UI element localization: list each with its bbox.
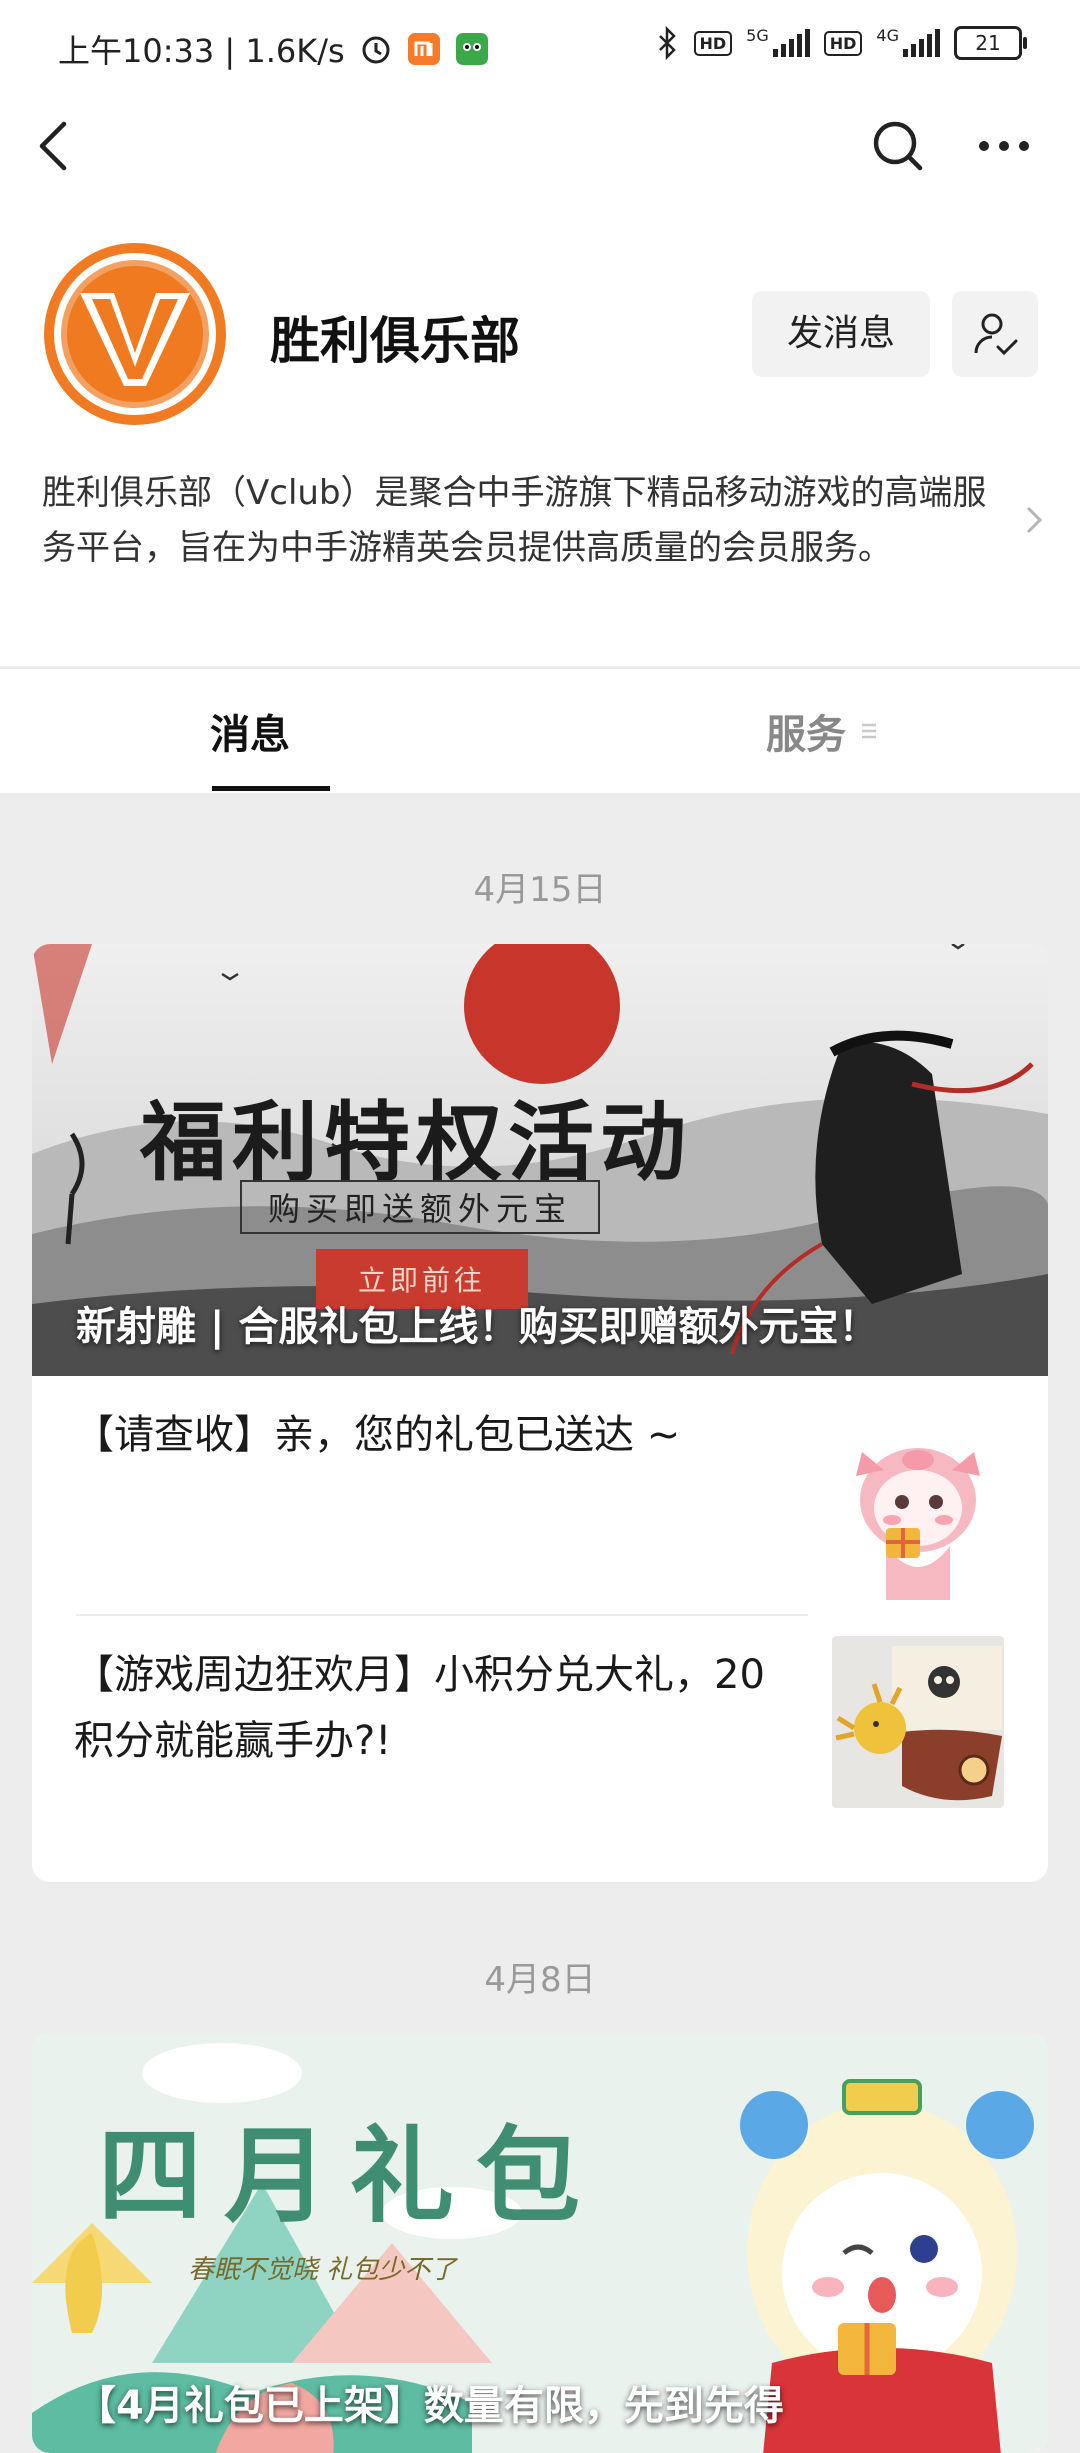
more-button[interactable] xyxy=(954,96,1054,196)
tab-services-label: 服务 xyxy=(766,712,846,758)
tab-messages-label: 消息 xyxy=(210,712,290,758)
search-icon xyxy=(873,121,923,171)
hd-badge-2: HD xyxy=(823,30,863,56)
account-description[interactable]: 胜利俱乐部（Vclub）是聚合中手游旗下精品移动游戏的高端服务平台，旨在为中手游… xyxy=(42,466,1002,576)
article-banner[interactable]: 福利特权活动 购买即送额外元宝 立即前往 新射雕 | 合服礼包上线！购买即赠额外… xyxy=(32,944,1048,1376)
date-separator: 4月8日 xyxy=(484,1960,596,2000)
banner-art-title: 四月礼包 xyxy=(98,2114,603,2237)
banner-caption: 【4月礼包已上架】数量有限，先到先得 xyxy=(76,2383,784,2429)
banner-art-subtitle: 购买即送额外元宝 xyxy=(240,1180,601,1234)
user-check-icon xyxy=(974,313,1018,356)
top-nav xyxy=(0,96,1080,196)
article-card: 福利特权活动 购买即送额外元宝 立即前往 新射雕 | 合服礼包上线！购买即赠额外… xyxy=(32,944,1048,1882)
tab-active-indicator xyxy=(212,786,330,791)
game-app-icon xyxy=(455,32,489,66)
network-type-2: 4G xyxy=(876,26,899,45)
list-item-title: 【请查收】亲，您的礼包已送达 ~ xyxy=(74,1412,681,1458)
date-separator: 4月15日 xyxy=(473,870,607,910)
back-arrow-icon xyxy=(39,121,67,171)
signal-bars-icon-2 xyxy=(903,29,940,57)
pirate-ship-figure-thumbnail xyxy=(832,1636,1004,1808)
list-item[interactable]: 【游戏周边狂欢月】小积分兑大礼，20 积分就能赢手办?! xyxy=(32,1616,1048,1882)
tab-services[interactable]: 服务 xyxy=(766,669,882,793)
account-name: 胜利俱乐部 xyxy=(270,312,520,370)
back-button[interactable] xyxy=(4,96,104,196)
article-banner[interactable]: 四月礼包 春眠不觉晓 礼包少不了 【4月礼包已上架】数量有限，先到先得 xyxy=(32,2033,1048,2453)
hd-badge: HD xyxy=(693,30,733,56)
piggy-gift-thumbnail xyxy=(832,1428,1004,1600)
send-message-button[interactable]: 发消息 xyxy=(752,291,930,377)
banner-art-title: 福利特权活动 xyxy=(140,1092,692,1193)
article-card: 四月礼包 春眠不觉晓 礼包少不了 【4月礼包已上架】数量有限，先到先得 xyxy=(32,2033,1048,2453)
banner-art-subtitle: 春眠不觉晓 礼包少不了 xyxy=(188,2255,457,2285)
search-button[interactable] xyxy=(848,96,948,196)
list-item-title: 【游戏周边狂欢月】小积分兑大礼，20 积分就能赢手办?! xyxy=(74,1652,765,1764)
more-dots-icon xyxy=(979,141,1029,151)
mi-app-icon xyxy=(407,32,441,66)
banner-caption: 新射雕 | 合服礼包上线！购买即赠额外元宝！ xyxy=(76,1304,879,1350)
battery-indicator: 21 xyxy=(954,26,1027,60)
tab-bar: 消息 服务 xyxy=(0,668,1080,793)
signal-bars-icon xyxy=(772,29,810,57)
account-avatar[interactable] xyxy=(42,241,228,427)
account-profile: 胜利俱乐部 发消息 胜利俱乐部（Vclub）是聚合中手游旗下精品移动游戏的高端服… xyxy=(0,196,1080,666)
list-item[interactable]: 【请查收】亲，您的礼包已送达 ~ xyxy=(32,1376,1048,1616)
alarm-icon xyxy=(359,32,393,66)
menu-lines-icon xyxy=(862,723,876,739)
network-type: 5G xyxy=(746,26,769,45)
tab-messages[interactable]: 消息 xyxy=(210,669,330,793)
bluetooth-icon xyxy=(656,26,680,60)
chevron-right-icon xyxy=(1026,506,1043,534)
status-bar: 上午10:33 | 1.6K/s HD 5G HD 4G 21 xyxy=(0,0,1080,96)
status-time: 上午10:33 | 1.6K/s xyxy=(58,32,345,70)
follow-button[interactable] xyxy=(952,291,1038,377)
